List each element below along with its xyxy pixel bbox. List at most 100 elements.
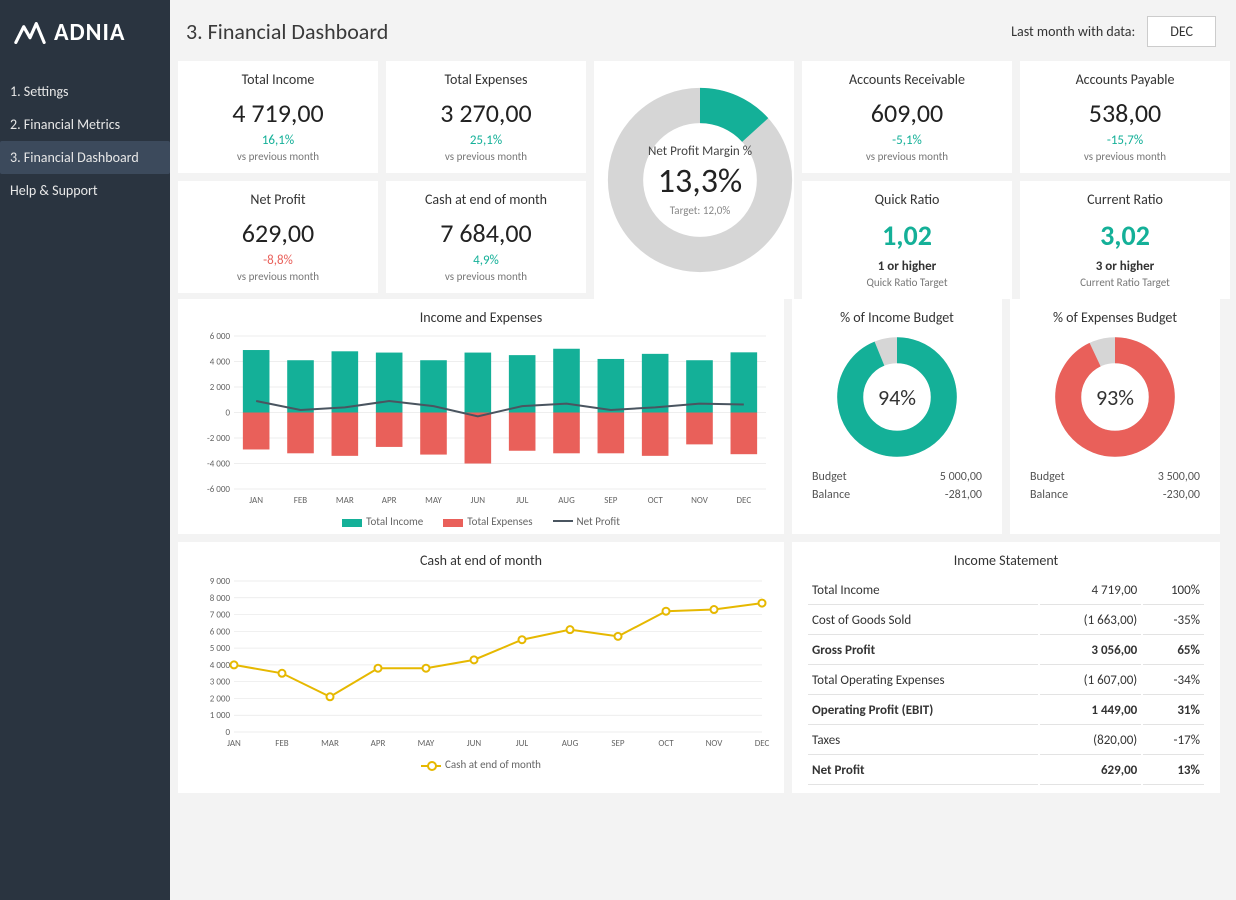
kpi-sub: vs previous month xyxy=(394,270,578,283)
chart-legend: Total Income Total Expenses Net Profit xyxy=(192,515,770,528)
kpi-pct: -5,1% xyxy=(810,133,1004,148)
kpi-title: Current Ratio xyxy=(1028,191,1222,208)
balance-label: Balance xyxy=(1030,488,1068,502)
legend-income: Total Income xyxy=(366,515,423,528)
kpi-sub: vs previous month xyxy=(186,150,370,163)
donut-target: Target: 12,0% xyxy=(670,204,730,217)
brand-name: ADNIA xyxy=(54,18,125,47)
chart-cash-eom: Cash at end of month 01 0002 0003 0004 0… xyxy=(178,542,784,793)
table-row: Net Profit629,0013% xyxy=(808,757,1204,785)
svg-text:SEP: SEP xyxy=(604,495,618,506)
budget-val: 5 000,00 xyxy=(940,470,982,484)
kpi-title: Accounts Payable xyxy=(1028,71,1222,88)
kpi-pct: 4,9% xyxy=(394,253,578,268)
svg-text:JAN: JAN xyxy=(249,495,263,506)
kpi-pct: 16,1% xyxy=(186,133,370,148)
kpi-target: 3 or higher xyxy=(1028,259,1222,274)
svg-text:MAR: MAR xyxy=(336,495,354,506)
sidebar-item[interactable]: Help & Support xyxy=(0,174,170,207)
kpi-title: Quick Ratio xyxy=(810,191,1004,208)
month-selector-group: Last month with data: DEC xyxy=(1011,16,1216,47)
svg-text:4 000: 4 000 xyxy=(210,660,231,671)
kpi-total-income: Total Income 4 719,00 16,1% vs previous … xyxy=(178,61,378,173)
svg-text:APR: APR xyxy=(371,738,386,749)
svg-text:FEB: FEB xyxy=(275,738,289,749)
kpi-value: 538,00 xyxy=(1028,98,1222,129)
bottom-row: Cash at end of month 01 0002 0003 0004 0… xyxy=(178,542,1236,793)
kpi-pct: -8,8% xyxy=(186,253,370,268)
svg-text:8 000: 8 000 xyxy=(210,593,231,604)
legend-expenses: Total Expenses xyxy=(467,515,532,528)
budget-val: 3 500,00 xyxy=(1158,470,1200,484)
svg-text:JUN: JUN xyxy=(471,495,486,506)
svg-text:DEC: DEC xyxy=(755,738,770,749)
kpi-sub: vs previous month xyxy=(394,150,578,163)
svg-text:MAY: MAY xyxy=(425,495,442,506)
svg-text:NOV: NOV xyxy=(691,495,709,506)
svg-text:0: 0 xyxy=(225,408,230,419)
svg-text:SEP: SEP xyxy=(611,738,625,749)
svg-text:6 000: 6 000 xyxy=(210,627,231,638)
balance-val: -230,00 xyxy=(1163,488,1200,502)
kpi-income-budget: % of Income Budget 94% Budget5 000,00 Ba… xyxy=(792,299,1002,534)
kpi-value: 3 270,00 xyxy=(394,98,578,129)
svg-text:1 000: 1 000 xyxy=(210,710,231,721)
income-statement: Income Statement Total Income4 719,00100… xyxy=(792,542,1220,793)
svg-text:-6 000: -6 000 xyxy=(207,484,230,495)
logo-icon xyxy=(14,22,46,44)
kpi-net-profit-margin-donut: Net Profit Margin % 13,3% Target: 12,0% xyxy=(594,61,794,299)
main-content: 3. Financial Dashboard Last month with d… xyxy=(170,0,1236,900)
donut-label: Net Profit Margin % xyxy=(648,144,752,159)
month-dropdown[interactable]: DEC xyxy=(1147,16,1216,47)
svg-text:-2 000: -2 000 xyxy=(207,433,230,444)
svg-text:OCT: OCT xyxy=(648,495,664,506)
svg-text:OCT: OCT xyxy=(658,738,674,749)
kpi-value: 3,02 xyxy=(1028,218,1222,253)
svg-text:FEB: FEB xyxy=(294,495,308,506)
budget-title: % of Expenses Budget xyxy=(1024,309,1206,326)
kpi-net-profit: Net Profit 629,00 -8,8% vs previous mont… xyxy=(178,181,378,293)
budget-pct: 94% xyxy=(832,332,962,462)
svg-text:JUL: JUL xyxy=(516,495,529,506)
chart-income-expenses: Income and Expenses -6 000-4 000-2 00002… xyxy=(178,299,784,534)
bar-chart-svg: -6 000-4 000-2 00002 0004 0006 000JANFEB… xyxy=(192,332,772,507)
legend-cash: Cash at end of month xyxy=(445,758,541,771)
svg-text:JUN: JUN xyxy=(467,738,482,749)
kpi-row: Total Income 4 719,00 16,1% vs previous … xyxy=(178,61,1236,299)
sidebar-item[interactable]: 1. Settings xyxy=(0,75,170,108)
svg-text:DEC: DEC xyxy=(737,495,752,506)
svg-text:5 000: 5 000 xyxy=(210,643,231,654)
charts-row: Income and Expenses -6 000-4 000-2 00002… xyxy=(178,299,1236,542)
statement-title: Income Statement xyxy=(806,552,1206,569)
budget-title: % of Income Budget xyxy=(806,309,988,326)
svg-text:2 000: 2 000 xyxy=(210,694,231,705)
kpi-value: 629,00 xyxy=(186,218,370,249)
table-row: Total Income4 719,00100% xyxy=(808,577,1204,605)
sidebar: ADNIA 1. Settings2. Financial Metrics3. … xyxy=(0,0,170,900)
svg-text:0: 0 xyxy=(225,727,230,738)
svg-text:AUG: AUG xyxy=(562,738,579,749)
income-statement-table: Total Income4 719,00100%Cost of Goods So… xyxy=(806,575,1206,787)
donut-value: 13,3% xyxy=(658,161,743,202)
kpi-title: Cash at end of month xyxy=(394,191,578,208)
kpi-current-ratio: Current Ratio 3,02 3 or higher Current R… xyxy=(1020,181,1230,299)
kpi-quick-ratio: Quick Ratio 1,02 1 or higher Quick Ratio… xyxy=(802,181,1012,299)
chart-title: Cash at end of month xyxy=(192,552,770,569)
kpi-title: Total Expenses xyxy=(394,71,578,88)
brand-logo: ADNIA xyxy=(0,0,170,75)
svg-text:6 000: 6 000 xyxy=(210,332,231,342)
sidebar-item[interactable]: 3. Financial Dashboard xyxy=(0,141,170,174)
kpi-title: Total Income xyxy=(186,71,370,88)
svg-text:9 000: 9 000 xyxy=(210,576,231,587)
legend-netprofit: Net Profit xyxy=(577,515,620,528)
svg-text:NOV: NOV xyxy=(706,738,724,749)
kpi-title: Accounts Receivable xyxy=(810,71,1004,88)
kpi-value: 7 684,00 xyxy=(394,218,578,249)
kpi-pct: -15,7% xyxy=(1028,133,1222,148)
svg-text:4 000: 4 000 xyxy=(210,357,231,368)
svg-text:7 000: 7 000 xyxy=(210,610,231,621)
sidebar-item[interactable]: 2. Financial Metrics xyxy=(0,108,170,141)
table-row: Gross Profit3 056,0065% xyxy=(808,637,1204,665)
svg-text:APR: APR xyxy=(382,495,397,506)
kpi-value: 4 719,00 xyxy=(186,98,370,129)
